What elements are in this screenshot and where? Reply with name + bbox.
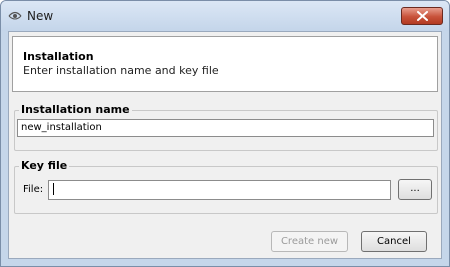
installation-name-label: Installation name	[19, 103, 132, 116]
key-file-input[interactable]	[48, 180, 391, 200]
create-new-button[interactable]: Create new	[271, 231, 348, 252]
key-file-label: Key file	[19, 159, 70, 172]
header-panel: Installation Enter installation name and…	[12, 36, 438, 92]
dialog-body: Installation Enter installation name and…	[8, 31, 442, 259]
key-file-group: Key file File: ...	[14, 159, 438, 214]
close-button[interactable]	[401, 7, 443, 25]
dialog-window: New Installation Enter installation name…	[0, 0, 450, 267]
close-x-icon	[417, 11, 428, 21]
header-subtitle: Enter installation name and key file	[23, 64, 219, 77]
title-bar[interactable]: New	[1, 1, 449, 31]
cancel-button[interactable]: Cancel	[361, 231, 427, 252]
file-field-label: File:	[23, 184, 44, 195]
header-title: Installation	[23, 50, 94, 63]
window-title: New	[27, 9, 54, 23]
browse-button[interactable]: ...	[398, 179, 432, 200]
installation-name-group: Installation name new_installation	[14, 103, 438, 151]
installation-name-input[interactable]: new_installation	[17, 119, 434, 137]
eye-icon	[8, 10, 22, 21]
text-caret	[53, 183, 54, 195]
